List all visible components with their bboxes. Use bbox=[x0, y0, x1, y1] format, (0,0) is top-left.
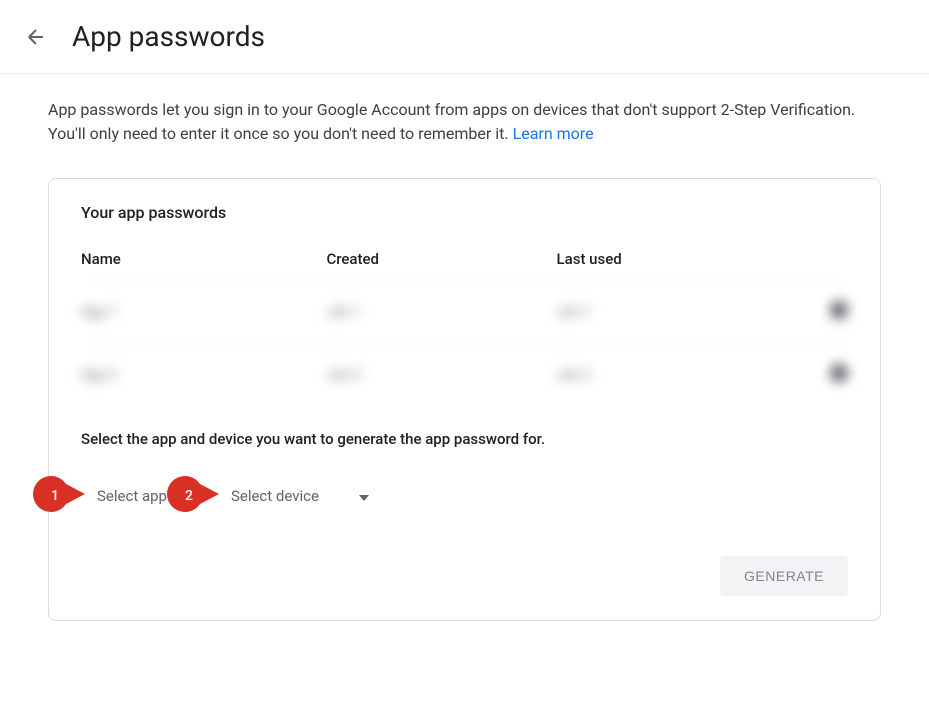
table-row: App 2 Jan 2 Jan 2 bbox=[81, 343, 848, 406]
column-created: Created bbox=[326, 250, 556, 268]
row-last-used: Jan 2 bbox=[557, 367, 787, 383]
select-app-dropdown[interactable]: Select app bbox=[97, 481, 167, 512]
description-body: App passwords let you sign in to your Go… bbox=[48, 100, 855, 143]
app-passwords-card: Your app passwords Name Created Last use… bbox=[48, 178, 881, 621]
row-created: Jan 2 bbox=[326, 367, 556, 383]
row-last-used: Jan 1 bbox=[557, 304, 787, 320]
learn-more-link[interactable]: Learn more bbox=[513, 124, 594, 143]
callout-badge-1: 1 bbox=[33, 476, 85, 516]
select-app-label: Select app bbox=[97, 487, 167, 505]
callout-number: 2 bbox=[185, 488, 193, 504]
callout-badge-2: 2 bbox=[167, 476, 219, 516]
chevron-down-icon bbox=[359, 487, 369, 505]
page-title: App passwords bbox=[72, 20, 265, 53]
generate-button[interactable]: GENERATE bbox=[720, 556, 848, 596]
row-name: App 1 bbox=[81, 304, 326, 320]
row-name: App 2 bbox=[81, 367, 326, 383]
card-title: Your app passwords bbox=[81, 203, 848, 222]
callout-number: 1 bbox=[51, 488, 59, 504]
back-arrow-icon[interactable] bbox=[24, 25, 48, 49]
description-text: App passwords let you sign in to your Go… bbox=[48, 98, 881, 146]
table-header: Name Created Last used bbox=[81, 250, 848, 280]
column-name: Name bbox=[81, 250, 326, 268]
delete-icon[interactable] bbox=[830, 301, 848, 319]
delete-icon[interactable] bbox=[830, 364, 848, 382]
select-instruction: Select the app and device you want to ge… bbox=[81, 430, 848, 448]
row-created: Jan 1 bbox=[326, 304, 556, 320]
select-device-label: Select device bbox=[231, 487, 319, 505]
column-last-used: Last used bbox=[557, 250, 787, 268]
table-row: App 1 Jan 1 Jan 1 bbox=[81, 280, 848, 343]
select-device-dropdown[interactable]: Select device bbox=[231, 481, 369, 512]
